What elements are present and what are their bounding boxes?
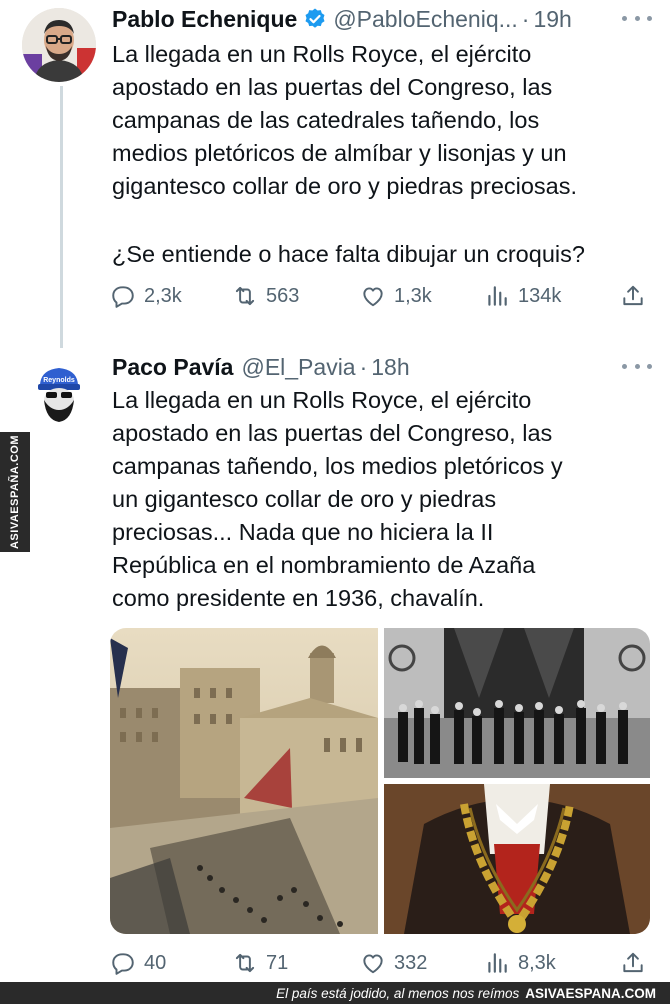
retweet-icon <box>235 286 255 306</box>
tweet2-actions: 40 71 332 8,3k <box>110 946 655 980</box>
like-button[interactable]: 1,3k <box>360 279 432 313</box>
avatar-paco-pavia[interactable]: Reynolds <box>22 350 96 424</box>
tweet-time[interactable]: 18h <box>371 354 409 381</box>
like-count: 332 <box>394 951 428 974</box>
reply-count: 2,3k <box>144 284 182 307</box>
footer-slogan: El país está jodido, al menos nos reímos <box>276 985 520 1001</box>
separator-dot: · <box>359 353 368 380</box>
share-button[interactable] <box>620 279 654 313</box>
retweet-button[interactable]: 563 <box>232 279 299 313</box>
avatar-image: Reynolds <box>22 350 96 424</box>
thread-line <box>60 86 63 348</box>
side-watermark: ASIVAESPAÑA.COM <box>0 432 30 552</box>
tweet1-header: Pablo Echenique @PabloEcheniq... · 19h <box>112 2 652 36</box>
photo-ceremony-image <box>384 628 650 778</box>
views-icon <box>488 953 507 973</box>
reply-icon <box>112 286 134 308</box>
more-icon[interactable] <box>622 6 652 30</box>
views-button[interactable]: 134k <box>484 279 561 313</box>
tweet2-text: La llegada en un Rolls Royce, el ejércit… <box>112 387 563 611</box>
reply-count: 40 <box>144 951 167 974</box>
tweet2-media-grid <box>110 628 650 934</box>
retweet-button[interactable]: 71 <box>232 946 288 980</box>
photo-portrait-image <box>384 784 650 934</box>
media-photo-congreso-street[interactable] <box>110 628 378 934</box>
author-name[interactable]: Paco Pavía <box>112 354 233 381</box>
retweet-count: 563 <box>266 284 300 307</box>
footer-brand: ASIVAESPANA.COM <box>525 985 656 1001</box>
avatar-image <box>22 8 96 82</box>
tweet1-text: La llegada en un Rolls Royce, el ejércit… <box>112 41 578 199</box>
footer-watermark-bar: El país está jodido, al menos nos reímos… <box>0 982 670 1004</box>
tweet2-header: Paco Pavía @El_Pavia · 18h <box>112 350 652 384</box>
like-count: 1,3k <box>394 284 432 307</box>
author-handle[interactable]: @PabloEcheniq... <box>333 6 517 33</box>
avatar-cap-text: Reynolds <box>43 377 75 384</box>
more-icon[interactable] <box>622 354 652 378</box>
media-photo-ceremony[interactable] <box>384 628 650 778</box>
tweet-time[interactable]: 19h <box>533 6 571 33</box>
views-button[interactable]: 8,3k <box>484 946 556 980</box>
reply-button[interactable]: 2,3k <box>110 279 182 313</box>
like-button[interactable]: 332 <box>360 946 427 980</box>
media-photo-portrait-collar[interactable] <box>384 784 650 934</box>
views-icon <box>488 286 507 306</box>
share-icon <box>623 285 643 306</box>
retweet-count: 71 <box>266 951 289 974</box>
share-button[interactable] <box>620 946 654 980</box>
heart-icon <box>363 287 383 307</box>
reply-icon <box>112 953 134 975</box>
share-icon <box>623 952 643 973</box>
separator-dot: · <box>521 5 530 32</box>
author-name[interactable]: Pablo Echenique <box>112 6 297 33</box>
reply-button[interactable]: 40 <box>110 946 166 980</box>
views-count: 8,3k <box>518 951 556 974</box>
side-watermark-text: ASIVAESPAÑA.COM <box>9 434 22 550</box>
avatar-pablo-echenique[interactable] <box>22 8 96 82</box>
tweet1-actions: 2,3k 563 1,3k 134k <box>110 279 655 313</box>
retweet-icon <box>235 953 255 973</box>
author-handle[interactable]: @El_Pavia <box>241 354 355 381</box>
tweet1-question: ¿Se entiende o hace falta dibujar un cro… <box>112 241 585 267</box>
photo-street-image <box>110 628 378 934</box>
views-count: 134k <box>518 284 562 307</box>
verified-badge-icon <box>305 8 325 28</box>
heart-icon <box>363 954 383 974</box>
